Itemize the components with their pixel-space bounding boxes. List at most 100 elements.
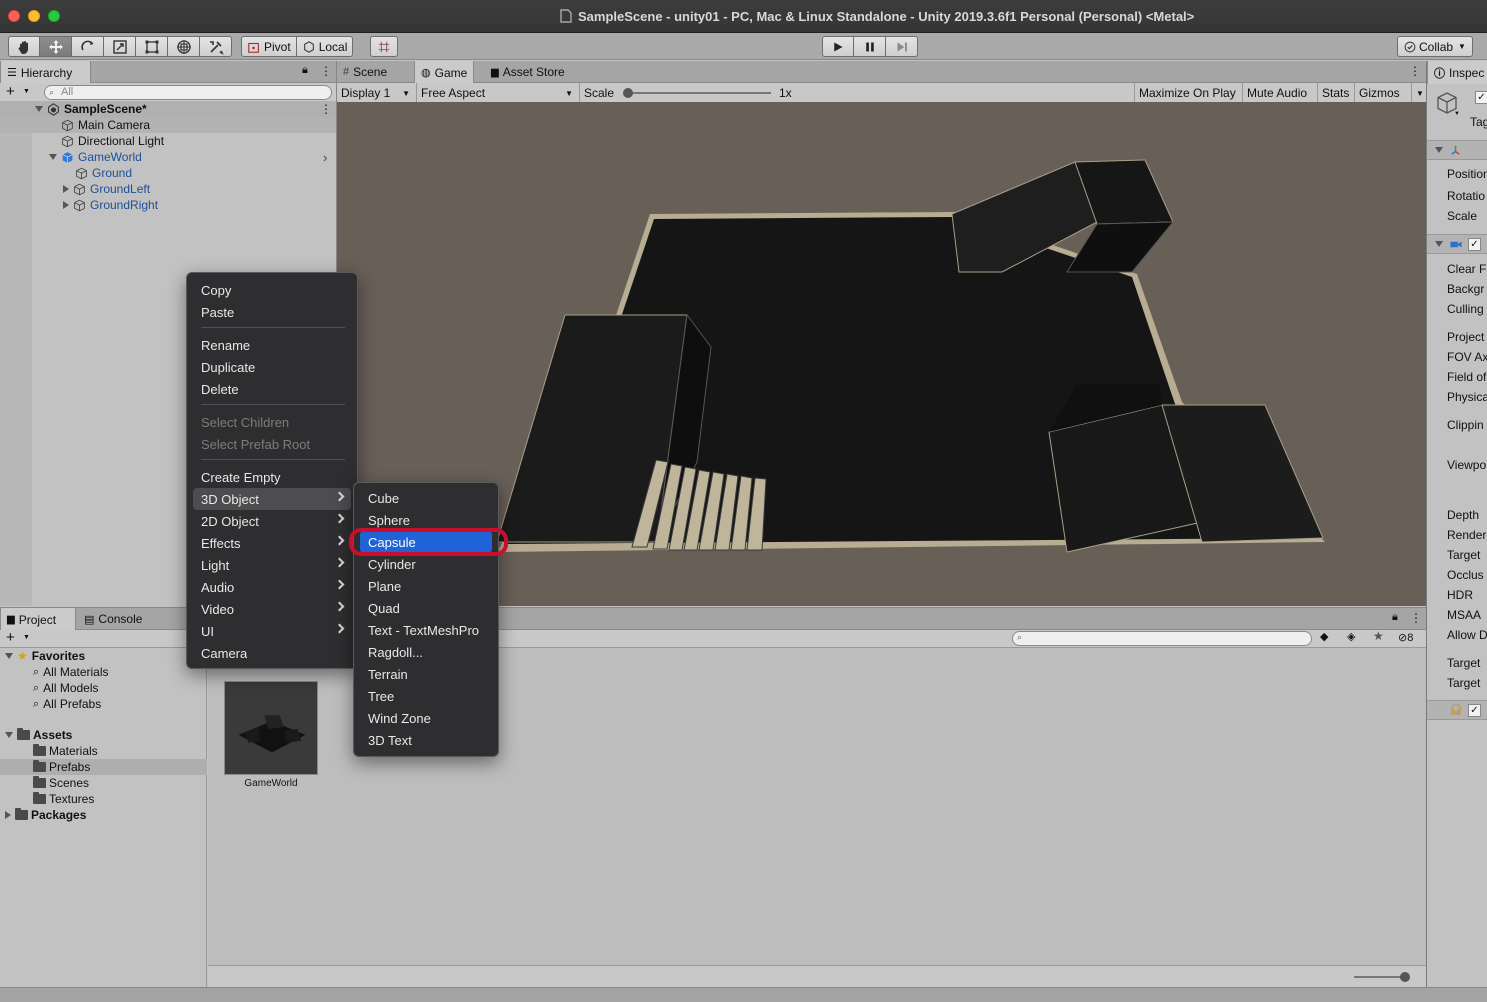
mute-audio-toggle[interactable]: Mute Audio xyxy=(1243,83,1318,103)
asset-tile-gameworld[interactable] xyxy=(224,681,318,775)
submenu-item-capsule[interactable]: Capsule xyxy=(360,531,492,553)
folder-scenes[interactable]: Scenes xyxy=(0,775,207,791)
hierarchy-item-groundleft[interactable]: GroundLeft xyxy=(0,181,336,197)
thumbnail-size-slider-thumb[interactable] xyxy=(1400,972,1410,982)
submenu-item-wind-zone[interactable]: Wind Zone xyxy=(360,707,492,729)
tab-hierarchy[interactable]: ☰ Hierarchy xyxy=(0,61,91,84)
menu-item-effects[interactable]: Effects xyxy=(193,532,351,554)
play-button[interactable] xyxy=(822,36,854,57)
hierarchy-item-gameworld[interactable]: GameWorld › xyxy=(0,149,336,165)
pivot-button[interactable]: Pivot xyxy=(241,36,297,57)
tab-asset-store[interactable]: ▆ Asset Store xyxy=(485,61,571,83)
submenu-item-quad[interactable]: Quad xyxy=(360,597,492,619)
menu-item-duplicate[interactable]: Duplicate xyxy=(193,356,351,378)
chevron-right-icon[interactable]: › xyxy=(323,150,327,165)
add-icon[interactable]: + xyxy=(6,630,15,645)
submenu-item-ragdoll[interactable]: Ragdoll... xyxy=(360,641,492,663)
menu-item-copy[interactable]: Copy xyxy=(193,279,351,301)
menu-item-delete[interactable]: Delete xyxy=(193,378,351,400)
filter-by-type-icon[interactable]: ◆ xyxy=(1320,630,1328,643)
submenu-item-cylinder[interactable]: Cylinder xyxy=(360,553,492,575)
menu-item-camera[interactable]: Camera xyxy=(193,642,351,664)
game-viewport[interactable] xyxy=(337,102,1426,606)
stats-toggle[interactable]: Stats xyxy=(1318,83,1355,103)
maximize-on-play-toggle[interactable]: Maximize On Play xyxy=(1134,83,1243,103)
scale-slider-thumb[interactable] xyxy=(623,88,633,98)
rotate-tool-button[interactable] xyxy=(72,36,104,57)
aspect-dropdown[interactable]: Free Aspect ▼ xyxy=(417,83,580,103)
kebab-menu-icon[interactable]: ⋮ xyxy=(1409,64,1421,78)
menu-item-video[interactable]: Video xyxy=(193,598,351,620)
favorites-row[interactable]: ★ Favorites xyxy=(0,648,207,664)
submenu-item-3d-text[interactable]: 3D Text xyxy=(360,729,492,751)
hierarchy-item-directional-light[interactable]: Directional Light xyxy=(0,133,336,149)
folder-textures[interactable]: Textures xyxy=(0,791,207,807)
expand-arrow-icon[interactable] xyxy=(63,201,69,209)
assets-row[interactable]: Assets xyxy=(0,727,207,743)
hierarchy-item-groundright[interactable]: GroundRight xyxy=(0,197,336,213)
tab-scene[interactable]: # Scene xyxy=(337,61,393,83)
audio-listener-header[interactable]: 🎧︎ ✓ xyxy=(1427,700,1487,720)
expand-arrow-icon[interactable] xyxy=(5,653,13,659)
lock-icon[interactable]: 🔒︎ xyxy=(302,64,308,77)
tab-project[interactable]: ▆ Project xyxy=(0,608,76,631)
expand-arrow-icon[interactable] xyxy=(35,106,43,112)
active-checkbox[interactable]: ✓ xyxy=(1475,91,1487,104)
tab-game[interactable]: ◍ Game xyxy=(414,61,475,84)
star-icon[interactable]: ★ xyxy=(1373,629,1384,643)
favorite-item-all-materials[interactable]: ⌕ All Materials xyxy=(0,664,207,680)
hierarchy-search-input[interactable]: ⌕ All xyxy=(44,85,332,100)
scale-slider[interactable] xyxy=(626,92,771,94)
gizmos-toggle[interactable]: Gizmos xyxy=(1355,83,1411,103)
collab-button[interactable]: Collab ▼ xyxy=(1397,36,1473,57)
window-close-button[interactable] xyxy=(8,10,20,22)
scale-tool-button[interactable] xyxy=(104,36,136,57)
submenu-item-tree[interactable]: Tree xyxy=(360,685,492,707)
chevron-down-icon[interactable]: ▼ xyxy=(23,634,30,641)
kebab-menu-icon[interactable]: ⋮ xyxy=(1410,611,1422,625)
menu-item-create-empty[interactable]: Create Empty xyxy=(193,466,351,488)
audio-listener-checkbox[interactable]: ✓ xyxy=(1468,704,1481,717)
step-button[interactable] xyxy=(886,36,918,57)
hierarchy-item-main-camera[interactable]: Main Camera xyxy=(0,117,336,133)
transform-tool-button[interactable] xyxy=(168,36,200,57)
hand-tool-button[interactable] xyxy=(8,36,40,57)
lock-icon[interactable]: 🔒︎ xyxy=(1392,611,1398,624)
add-icon[interactable]: + xyxy=(6,84,15,99)
transform-component-header[interactable] xyxy=(1427,140,1487,160)
tab-inspector[interactable]: ⓘ Inspec xyxy=(1427,61,1487,84)
expand-arrow-icon[interactable] xyxy=(49,154,57,160)
expand-arrow-icon[interactable] xyxy=(5,732,13,738)
menu-item-rename[interactable]: Rename xyxy=(193,334,351,356)
grid-snap-button[interactable] xyxy=(370,36,398,57)
thumbnail-size-slider[interactable] xyxy=(1354,976,1406,978)
folder-materials[interactable]: Materials xyxy=(0,743,207,759)
window-zoom-button[interactable] xyxy=(48,10,60,22)
pause-button[interactable] xyxy=(854,36,886,57)
favorite-item-all-prefabs[interactable]: ⌕ All Prefabs xyxy=(0,696,207,712)
local-button[interactable]: Local xyxy=(296,36,354,57)
move-tool-button[interactable] xyxy=(40,36,72,57)
packages-row[interactable]: Packages xyxy=(0,807,207,823)
submenu-item-terrain[interactable]: Terrain xyxy=(360,663,492,685)
menu-item-2d-object[interactable]: 2D Object xyxy=(193,510,351,532)
display-dropdown[interactable]: Display 1 ▼ xyxy=(337,83,417,103)
hierarchy-item-ground[interactable]: Ground xyxy=(0,165,336,181)
kebab-menu-icon[interactable]: ⋮ xyxy=(320,64,332,78)
camera-enabled-checkbox[interactable]: ✓ xyxy=(1468,238,1481,251)
menu-item-ui[interactable]: UI xyxy=(193,620,351,642)
menu-item-3d-object[interactable]: 3D Object xyxy=(193,488,351,510)
filter-by-label-icon[interactable]: ◈ xyxy=(1347,630,1355,643)
tab-console[interactable]: ▤ Console xyxy=(78,608,148,630)
chevron-down-icon[interactable]: ▼ xyxy=(1454,111,1460,117)
window-minimize-button[interactable] xyxy=(28,10,40,22)
submenu-item-sphere[interactable]: Sphere xyxy=(360,509,492,531)
submenu-item-text-textmeshpro[interactable]: Text - TextMeshPro xyxy=(360,619,492,641)
hidden-packages-toggle[interactable]: ⊘8 xyxy=(1398,631,1413,644)
submenu-item-cube[interactable]: Cube xyxy=(360,487,492,509)
favorite-item-all-models[interactable]: ⌕ All Models xyxy=(0,680,207,696)
menu-item-paste[interactable]: Paste xyxy=(193,301,351,323)
menu-item-audio[interactable]: Audio xyxy=(193,576,351,598)
chevron-down-icon[interactable]: ▼ xyxy=(23,88,30,95)
expand-arrow-icon[interactable] xyxy=(63,185,69,193)
